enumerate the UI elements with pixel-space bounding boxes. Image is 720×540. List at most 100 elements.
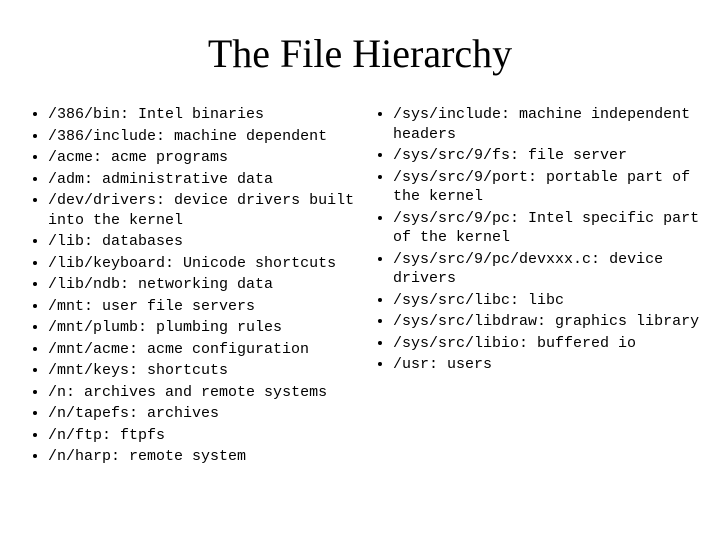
- desc-text: buffered io: [537, 335, 636, 352]
- desc-text: file server: [528, 147, 627, 164]
- list-item: /sys/src/9/port: portable part of the ke…: [393, 168, 700, 207]
- left-list: /386/bin: Intel binaries/386/include: ma…: [20, 105, 355, 467]
- list-item: /lib: databases: [48, 232, 355, 252]
- path-text: /sys/src/libio: [393, 335, 519, 352]
- path-text: /sys/src/libdraw: [393, 313, 537, 330]
- desc-text: networking data: [138, 276, 273, 293]
- desc-text: administrative data: [102, 171, 273, 188]
- separator: :: [138, 319, 156, 336]
- list-item: /n/harp: remote system: [48, 447, 355, 467]
- desc-text: acme programs: [111, 149, 228, 166]
- list-item: /lib/ndb: networking data: [48, 275, 355, 295]
- path-text: /mnt/acme: [48, 341, 129, 358]
- separator: :: [156, 128, 174, 145]
- separator: :: [528, 169, 546, 186]
- desc-text: plumbing rules: [156, 319, 282, 336]
- path-text: /lib/keyboard: [48, 255, 165, 272]
- separator: :: [120, 106, 138, 123]
- separator: :: [111, 448, 129, 465]
- path-text: /n/tapefs: [48, 405, 129, 422]
- list-item: /sys/src/9/pc: Intel specific part of th…: [393, 209, 700, 248]
- list-item: /mnt: user file servers: [48, 297, 355, 317]
- separator: :: [510, 210, 528, 227]
- path-text: /mnt/plumb: [48, 319, 138, 336]
- desc-text: archives and remote systems: [84, 384, 327, 401]
- path-text: /mnt/keys: [48, 362, 129, 379]
- separator: :: [429, 356, 447, 373]
- list-item: /sys/src/libio: buffered io: [393, 334, 700, 354]
- desc-text: Unicode shortcuts: [183, 255, 336, 272]
- separator: :: [591, 251, 609, 268]
- separator: :: [84, 171, 102, 188]
- desc-text: shortcuts: [147, 362, 228, 379]
- separator: :: [102, 427, 120, 444]
- path-text: /n/harp: [48, 448, 111, 465]
- left-column: /386/bin: Intel binaries/386/include: ma…: [20, 105, 355, 469]
- desc-text: libc: [528, 292, 564, 309]
- path-text: /lib/ndb: [48, 276, 120, 293]
- desc-text: users: [447, 356, 492, 373]
- desc-text: ftpfs: [120, 427, 165, 444]
- path-text: /386/bin: [48, 106, 120, 123]
- list-item: /mnt/keys: shortcuts: [48, 361, 355, 381]
- path-text: /n/ftp: [48, 427, 102, 444]
- separator: :: [129, 341, 147, 358]
- right-column: /sys/include: machine independent header…: [365, 105, 700, 469]
- desc-text: Intel binaries: [138, 106, 264, 123]
- path-text: /sys/src/9/port: [393, 169, 528, 186]
- list-item: /adm: administrative data: [48, 170, 355, 190]
- list-item: /386/include: machine dependent: [48, 127, 355, 147]
- list-item: /sys/src/9/fs: file server: [393, 146, 700, 166]
- separator: :: [129, 405, 147, 422]
- separator: :: [84, 233, 102, 250]
- list-item: /n/tapefs: archives: [48, 404, 355, 424]
- list-item: /usr: users: [393, 355, 700, 375]
- separator: :: [84, 298, 102, 315]
- list-item: /mnt/plumb: plumbing rules: [48, 318, 355, 338]
- desc-text: remote system: [129, 448, 246, 465]
- right-list: /sys/include: machine independent header…: [365, 105, 700, 375]
- separator: :: [510, 292, 528, 309]
- list-item: /n/ftp: ftpfs: [48, 426, 355, 446]
- slide: The File Hierarchy /386/bin: Intel binar…: [0, 0, 720, 540]
- list-item: /acme: acme programs: [48, 148, 355, 168]
- path-text: /mnt: [48, 298, 84, 315]
- slide-title: The File Hierarchy: [20, 30, 700, 77]
- desc-text: acme configuration: [147, 341, 309, 358]
- list-item: /dev/drivers: device drivers built into …: [48, 191, 355, 230]
- separator: :: [510, 147, 528, 164]
- list-item: /sys/src/9/pc/devxxx.c: device drivers: [393, 250, 700, 289]
- separator: :: [156, 192, 174, 209]
- desc-text: archives: [147, 405, 219, 422]
- content-columns: /386/bin: Intel binaries/386/include: ma…: [20, 105, 700, 469]
- list-item: /n: archives and remote systems: [48, 383, 355, 403]
- path-text: /sys/include: [393, 106, 501, 123]
- path-text: /sys/src/9/pc/devxxx.c: [393, 251, 591, 268]
- path-text: /sys/src/libc: [393, 292, 510, 309]
- list-item: /lib/keyboard: Unicode shortcuts: [48, 254, 355, 274]
- separator: :: [501, 106, 519, 123]
- desc-text: databases: [102, 233, 183, 250]
- path-text: /lib: [48, 233, 84, 250]
- separator: :: [120, 276, 138, 293]
- list-item: /386/bin: Intel binaries: [48, 105, 355, 125]
- path-text: /386/include: [48, 128, 156, 145]
- separator: :: [519, 335, 537, 352]
- desc-text: user file servers: [102, 298, 255, 315]
- path-text: /sys/src/9/pc: [393, 210, 510, 227]
- list-item: /mnt/acme: acme configuration: [48, 340, 355, 360]
- list-item: /sys/include: machine independent header…: [393, 105, 700, 144]
- separator: :: [93, 149, 111, 166]
- path-text: /n: [48, 384, 66, 401]
- separator: :: [129, 362, 147, 379]
- desc-text: graphics library: [555, 313, 699, 330]
- separator: :: [165, 255, 183, 272]
- list-item: /sys/src/libdraw: graphics library: [393, 312, 700, 332]
- path-text: /adm: [48, 171, 84, 188]
- separator: :: [66, 384, 84, 401]
- path-text: /dev/drivers: [48, 192, 156, 209]
- desc-text: machine dependent: [174, 128, 327, 145]
- path-text: /sys/src/9/fs: [393, 147, 510, 164]
- path-text: /usr: [393, 356, 429, 373]
- path-text: /acme: [48, 149, 93, 166]
